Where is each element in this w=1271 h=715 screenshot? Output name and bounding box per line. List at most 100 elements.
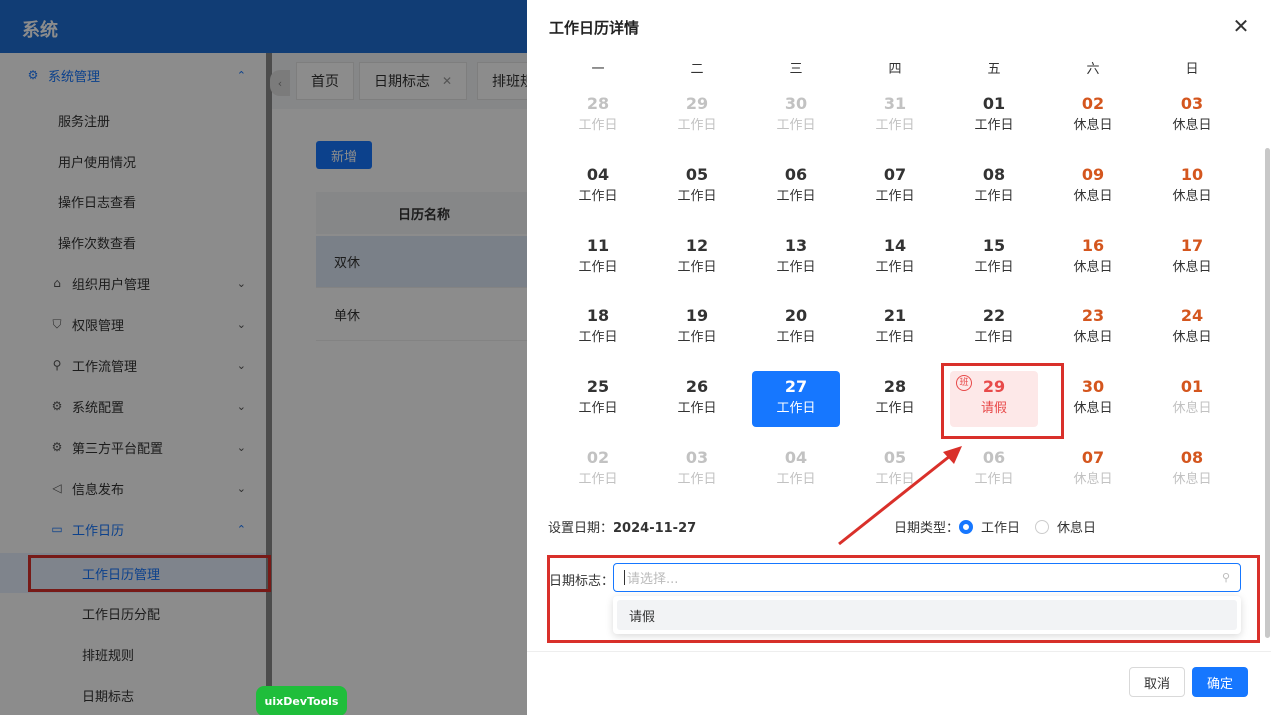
day-number: 14 [883, 236, 907, 255]
day-number: 18 [586, 306, 610, 325]
calendar-day[interactable]: 02 休息日 [1049, 88, 1137, 144]
calendar-day[interactable]: 25 工作日 [554, 371, 642, 427]
day-type: 休息日 [1172, 330, 1212, 345]
day-type: 休息日 [1172, 189, 1212, 204]
highlight-box-day [941, 363, 1064, 439]
calendar-day[interactable]: 22 工作日 [950, 300, 1038, 356]
day-type: 工作日 [677, 401, 717, 416]
day-type: 工作日 [677, 330, 717, 345]
day-number: 11 [586, 236, 610, 255]
day-number: 15 [982, 236, 1006, 255]
calendar-day[interactable]: 24 休息日 [1148, 300, 1236, 356]
weekday-header: 日 [1185, 62, 1199, 77]
day-number: 12 [685, 236, 709, 255]
weekday-header: 四 [888, 62, 902, 77]
set-date-label: 设置日期： [548, 521, 614, 536]
day-number: 02 [1081, 94, 1105, 113]
calendar-day[interactable]: 15 工作日 [950, 230, 1038, 286]
footer-divider [527, 651, 1271, 652]
calendar-day[interactable]: 01 休息日 [1148, 371, 1236, 427]
day-type: 工作日 [776, 118, 816, 133]
close-icon[interactable]: ✕ [1230, 14, 1252, 38]
devtools-badge[interactable]: uixDevTools [256, 686, 347, 715]
calendar-day[interactable]: 08 休息日 [1148, 442, 1236, 498]
day-type: 休息日 [1073, 472, 1113, 487]
day-type: 休息日 [1073, 260, 1113, 275]
calendar-day[interactable]: 31 工作日 [851, 88, 939, 144]
day-number: 09 [1081, 165, 1105, 184]
confirm-button[interactable]: 确定 [1192, 667, 1248, 697]
calendar-day[interactable]: 02 工作日 [554, 442, 642, 498]
set-date: 设置日期：2024-11-27 [548, 517, 696, 536]
calendar-day[interactable]: 28 工作日 [554, 88, 642, 144]
day-number: 29 [685, 94, 709, 113]
day-number: 23 [1081, 306, 1105, 325]
calendar-day[interactable]: 10 休息日 [1148, 159, 1236, 215]
day-number: 22 [982, 306, 1006, 325]
day-number: 31 [883, 94, 907, 113]
select-placeholder: 请选择... [627, 572, 679, 587]
modal-mask[interactable] [0, 0, 527, 715]
day-number: 01 [1180, 377, 1204, 396]
calendar-day[interactable]: 07 休息日 [1049, 442, 1137, 498]
cancel-button[interactable]: 取消 [1129, 667, 1185, 697]
calendar-day[interactable]: 20 工作日 [752, 300, 840, 356]
radio-dot [959, 519, 973, 534]
calendar-day[interactable]: 07 工作日 [851, 159, 939, 215]
calendar-day[interactable]: 08 工作日 [950, 159, 1038, 215]
day-number: 25 [586, 377, 610, 396]
day-type: 休息日 [1073, 118, 1113, 133]
calendar-day[interactable]: 27 工作日 [752, 371, 840, 427]
calendar-day[interactable]: 03 休息日 [1148, 88, 1236, 144]
day-number: 07 [883, 165, 907, 184]
day-number: 13 [784, 236, 808, 255]
day-number: 28 [883, 377, 907, 396]
day-number: 03 [685, 448, 709, 467]
radio-restday[interactable]: 休息日 [1035, 517, 1096, 536]
calendar-day[interactable]: 17 休息日 [1148, 230, 1236, 286]
calendar-day[interactable]: 28 工作日 [851, 371, 939, 427]
calendar-day[interactable]: 21 工作日 [851, 300, 939, 356]
day-type: 工作日 [974, 189, 1014, 204]
drawer-scrollbar[interactable] [1265, 148, 1270, 638]
radio-label: 休息日 [1057, 521, 1097, 536]
calendar-day[interactable]: 04 工作日 [554, 159, 642, 215]
calendar-day[interactable]: 06 工作日 [752, 159, 840, 215]
dropdown-option-leave[interactable]: 请假 [617, 600, 1237, 630]
day-number: 08 [982, 165, 1006, 184]
day-type: 工作日 [875, 189, 915, 204]
calendar-day[interactable]: 23 休息日 [1049, 300, 1137, 356]
day-number: 05 [685, 165, 709, 184]
weekday-header: 二 [690, 62, 704, 77]
calendar-day[interactable]: 03 工作日 [653, 442, 741, 498]
weekday-header: 一 [591, 62, 605, 77]
calendar-day[interactable]: 13 工作日 [752, 230, 840, 286]
radio-workday[interactable]: 工作日 [959, 517, 1020, 536]
calendar-day[interactable]: 12 工作日 [653, 230, 741, 286]
set-date-value: 2024-11-27 [613, 521, 697, 536]
calendar-day[interactable]: 14 工作日 [851, 230, 939, 286]
calendar-day[interactable]: 29 工作日 [653, 88, 741, 144]
calendar-day[interactable]: 18 工作日 [554, 300, 642, 356]
day-number: 16 [1081, 236, 1105, 255]
date-mark-select[interactable]: 请选择... ⚲ [613, 563, 1241, 592]
day-type: 工作日 [776, 401, 816, 416]
calendar-day[interactable]: 05 工作日 [653, 159, 741, 215]
weekday-header: 六 [1086, 62, 1100, 77]
day-number: 20 [784, 306, 808, 325]
day-type: 工作日 [776, 189, 816, 204]
calendar-day[interactable]: 01 工作日 [950, 88, 1038, 144]
day-type: 工作日 [578, 260, 618, 275]
day-number: 07 [1081, 448, 1105, 467]
day-number: 01 [982, 94, 1006, 113]
calendar-day[interactable]: 30 工作日 [752, 88, 840, 144]
calendar-day[interactable]: 19 工作日 [653, 300, 741, 356]
calendar-day[interactable]: 11 工作日 [554, 230, 642, 286]
date-mark-dropdown: 请假 [613, 596, 1241, 634]
calendar-day[interactable]: 16 休息日 [1049, 230, 1137, 286]
day-type: 工作日 [974, 330, 1014, 345]
day-number: 24 [1180, 306, 1204, 325]
calendar-day[interactable]: 09 休息日 [1049, 159, 1137, 215]
calendar-day[interactable]: 26 工作日 [653, 371, 741, 427]
day-type: 工作日 [875, 401, 915, 416]
